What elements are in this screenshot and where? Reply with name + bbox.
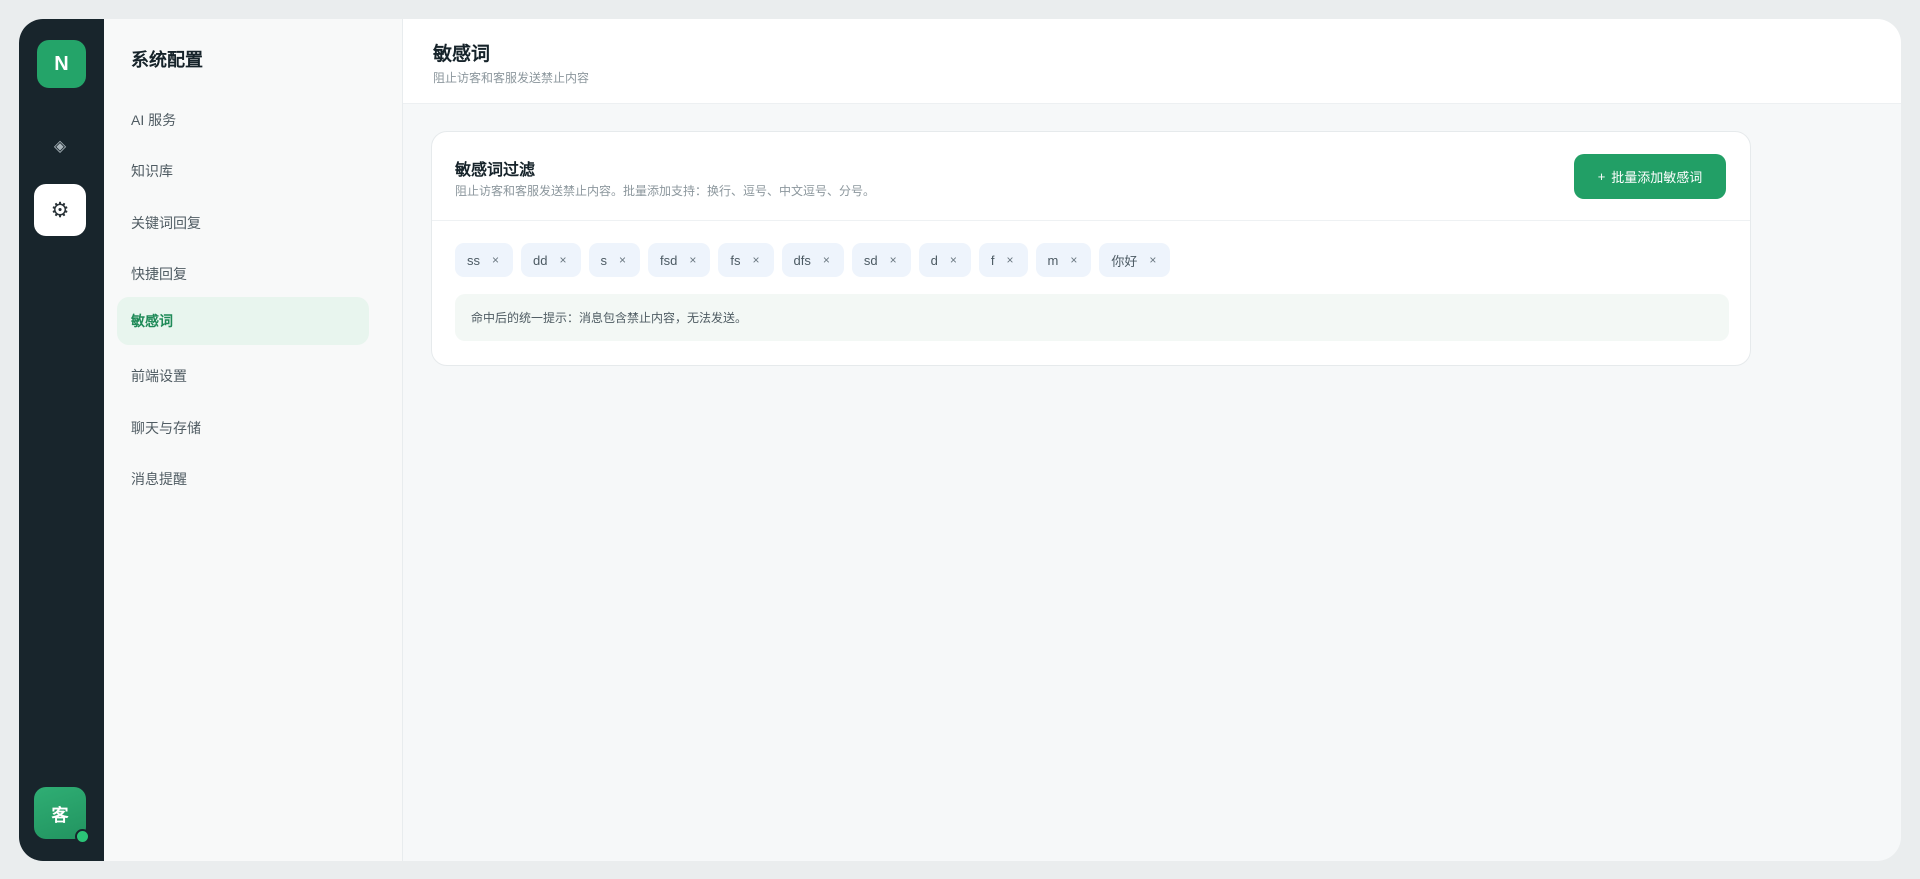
- word-tag-label: s: [600, 252, 608, 268]
- sidebar-item-keyword-reply[interactable]: 关键词回复: [117, 199, 369, 247]
- remove-tag-icon[interactable]: ×: [950, 253, 957, 267]
- word-tag: f ×: [978, 243, 1028, 277]
- app-logo[interactable]: N: [37, 40, 86, 88]
- word-tag: ss ×: [455, 243, 514, 277]
- page-header: 敏感词 阻止访客和客服发送禁止内容: [403, 19, 1901, 104]
- remove-tag-icon[interactable]: ×: [753, 253, 760, 267]
- word-tag-label: 你好: [1111, 253, 1138, 269]
- word-tag: fsd ×: [648, 243, 711, 277]
- remove-tag-icon[interactable]: ×: [823, 253, 830, 267]
- gear-icon[interactable]: ⚙: [34, 184, 86, 236]
- word-tag-label: dd: [533, 252, 548, 268]
- word-tag-label: m: [1047, 252, 1059, 268]
- word-tag: 你好 ×: [1099, 243, 1171, 277]
- remove-tag-icon[interactable]: ×: [492, 253, 499, 267]
- sidebar-item-frontend-settings[interactable]: 前端设置: [117, 352, 369, 400]
- word-tag: fs ×: [718, 243, 774, 277]
- remove-tag-icon[interactable]: ×: [1007, 253, 1014, 267]
- word-tag-label: fs: [730, 252, 741, 268]
- sidebar-item-notifications[interactable]: 消息提醒: [117, 455, 369, 503]
- sidebar-item-ai-service[interactable]: AI 服务: [117, 96, 369, 144]
- word-tag: d ×: [918, 243, 971, 277]
- remove-tag-icon[interactable]: ×: [1070, 253, 1077, 267]
- sidebar-title: 系统配置: [131, 50, 203, 70]
- diamond-icon[interactable]: ◈: [34, 120, 86, 172]
- batch-add-button[interactable]: + 批量添加敏感词: [1574, 154, 1726, 199]
- plus-icon: +: [1597, 169, 1606, 184]
- remove-tag-icon[interactable]: ×: [619, 253, 626, 267]
- icon-rail: N ◈ ⚙ 客: [19, 19, 104, 861]
- batch-add-label: 批量添加敏感词: [1611, 170, 1703, 185]
- word-tag-label: f: [990, 252, 995, 268]
- word-tag: m ×: [1035, 243, 1092, 277]
- page-subtitle: 阻止访客和客服发送禁止内容: [433, 71, 590, 85]
- hit-hint-message: 命中后的统一提示：消息包含禁止内容，无法发送。: [455, 294, 1729, 341]
- remove-tag-icon[interactable]: ×: [559, 253, 566, 267]
- word-tag-label: dfs: [793, 252, 811, 268]
- card-title: 敏感词过滤: [455, 162, 536, 179]
- sensitive-words-card: 敏感词过滤 阻止访客和客服发送禁止内容。批量添加支持：换行、逗号、中文逗号、分号…: [431, 131, 1751, 366]
- main-content: 敏感词 阻止访客和客服发送禁止内容 敏感词过滤 阻止访客和客服发送禁止内容。批量…: [403, 19, 1901, 861]
- remove-tag-icon[interactable]: ×: [689, 253, 696, 267]
- word-tag: dd ×: [521, 243, 581, 277]
- remove-tag-icon[interactable]: ×: [890, 253, 897, 267]
- sidebar-item-sensitive-words[interactable]: 敏感词: [117, 297, 369, 345]
- card-description: 阻止访客和客服发送禁止内容。批量添加支持：换行、逗号、中文逗号、分号。: [455, 184, 876, 198]
- sidebar-item-knowledge-base[interactable]: 知识库: [117, 147, 369, 195]
- sidebar-item-chat-storage[interactable]: 聊天与存储: [117, 404, 369, 452]
- app-window: N ◈ ⚙ 客 系统配置 AI 服务 知识库 关键词回复 快捷回复 敏感词 前端…: [19, 19, 1901, 861]
- word-tag-label: ss: [467, 252, 480, 268]
- word-tag-label: fsd: [660, 252, 678, 268]
- word-tag-list: ss × dd × s × fsd × fs × dfs × sd × d × f × m × 你好…: [455, 243, 1171, 277]
- page-title: 敏感词: [433, 44, 491, 65]
- settings-sidebar: 系统配置 AI 服务 知识库 关键词回复 快捷回复 敏感词 前端设置 聊天与存储…: [104, 19, 403, 861]
- sidebar-item-quick-reply[interactable]: 快捷回复: [117, 250, 369, 298]
- online-status-dot: [75, 829, 90, 844]
- card-header: 敏感词过滤 阻止访客和客服发送禁止内容。批量添加支持：换行、逗号、中文逗号、分号…: [432, 132, 1750, 221]
- word-tag: sd ×: [851, 243, 911, 277]
- word-tag-label: sd: [863, 252, 878, 268]
- remove-tag-icon[interactable]: ×: [1149, 253, 1156, 267]
- word-tag: dfs ×: [781, 243, 844, 277]
- word-tag: s ×: [588, 243, 641, 277]
- word-tag-label: d: [930, 252, 938, 268]
